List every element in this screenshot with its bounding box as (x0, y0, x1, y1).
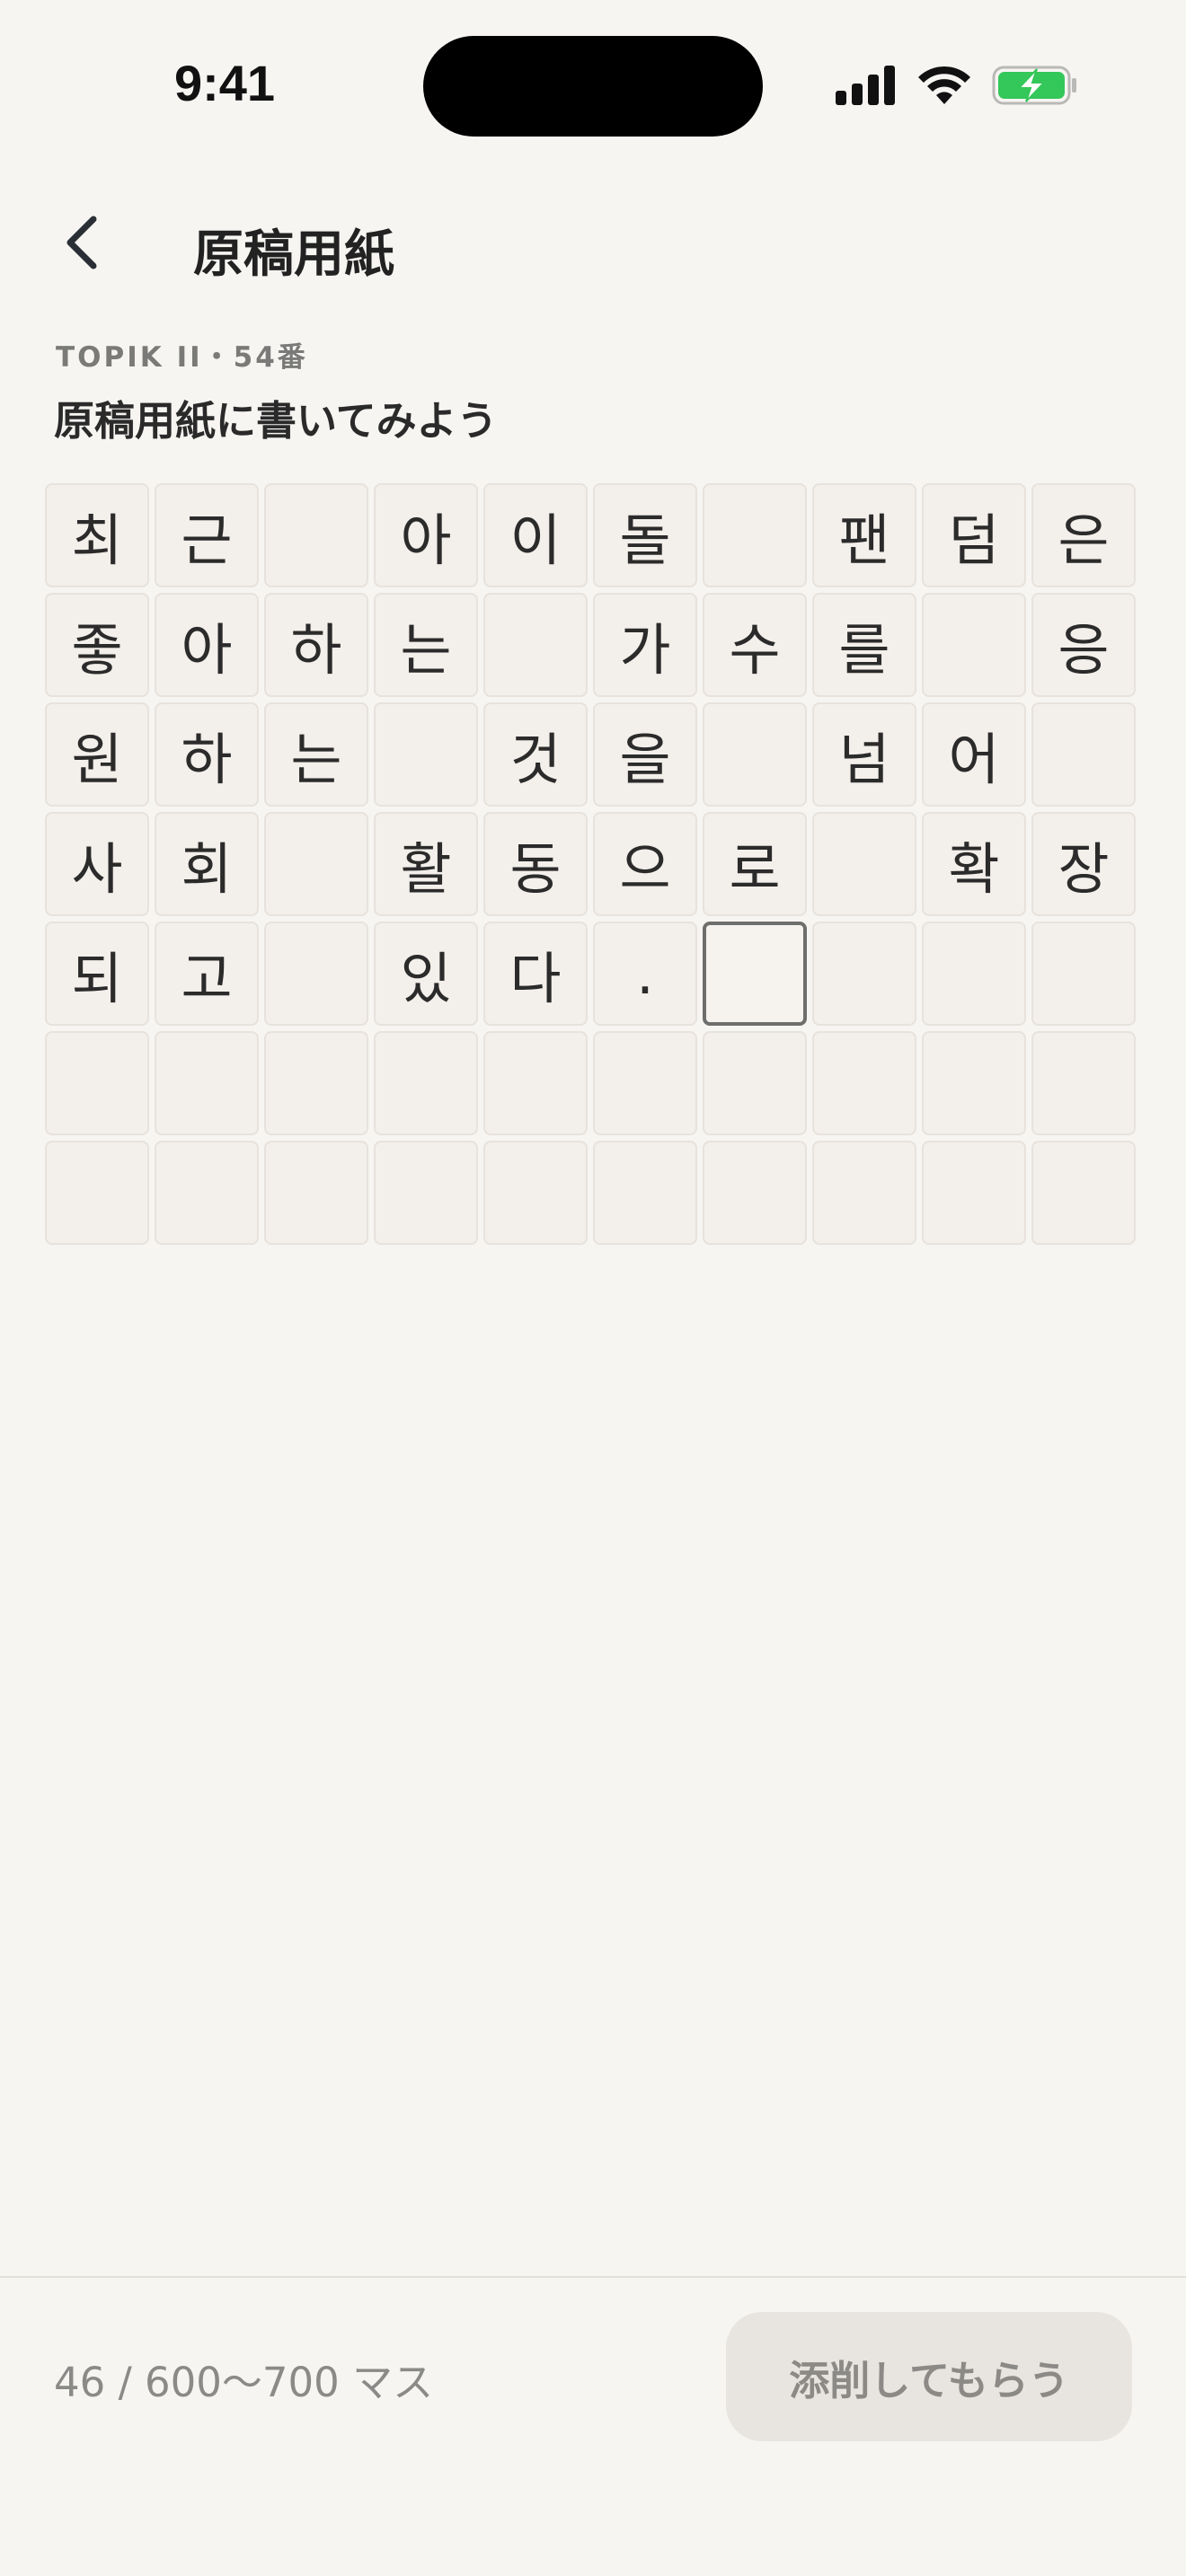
grid-cell[interactable]: 로 (703, 812, 807, 916)
grid-cell[interactable] (155, 1031, 259, 1135)
section-heading: 原稿用紙に書いてみよう (54, 397, 498, 445)
grid-cell[interactable]: 확 (922, 812, 1026, 916)
grid-cell[interactable]: 동 (483, 812, 588, 916)
grid-cell-active[interactable] (703, 922, 807, 1026)
grid-cell[interactable]: 을 (593, 702, 697, 807)
page-title: 原稿用紙 (193, 225, 394, 284)
grid-cell[interactable]: . (593, 922, 697, 1026)
grid-cell[interactable]: 수 (703, 593, 807, 697)
status-time: 9:41 (173, 55, 276, 111)
grid-cell[interactable] (1031, 1031, 1136, 1135)
grid-cell[interactable] (483, 1141, 588, 1245)
grid-cell[interactable]: 것 (483, 702, 588, 807)
grid-cell[interactable]: 가 (593, 593, 697, 697)
grid-cell[interactable] (703, 1141, 807, 1245)
grid-cell[interactable] (922, 1031, 1026, 1135)
grid-cell[interactable]: 이 (483, 483, 588, 587)
grid-cell[interactable]: 는 (264, 702, 368, 807)
grid-cell[interactable]: 으 (593, 812, 697, 916)
grid-cell[interactable] (922, 922, 1026, 1026)
grid-cell[interactable] (264, 1031, 368, 1135)
grid-cell[interactable]: 고 (155, 922, 259, 1026)
grid-cell[interactable] (922, 593, 1026, 697)
status-bar: 9:41 (0, 0, 1186, 171)
grid-cell[interactable]: 사 (45, 812, 149, 916)
character-counter: 46 / 600〜700 マス (54, 2359, 434, 2406)
grid-cell[interactable] (812, 812, 916, 916)
grid-cell[interactable] (45, 1141, 149, 1245)
grid-cell[interactable] (374, 1031, 478, 1135)
exam-subtitle: TOPIK II・54番 (56, 341, 308, 374)
submit-correction-button[interactable]: 添削してもらう (726, 2312, 1132, 2441)
grid-cell[interactable] (1031, 922, 1136, 1026)
grid-cell[interactable] (1031, 1141, 1136, 1245)
grid-cell[interactable] (45, 1031, 149, 1135)
grid-cell[interactable]: 하 (264, 593, 368, 697)
grid-cell[interactable]: 활 (374, 812, 478, 916)
grid-cell[interactable] (483, 593, 588, 697)
grid-cell[interactable] (593, 1141, 697, 1245)
grid-cell[interactable]: 를 (812, 593, 916, 697)
grid-cell[interactable]: 응 (1031, 593, 1136, 697)
grid-cell[interactable] (812, 1141, 916, 1245)
grid-cell[interactable] (264, 922, 368, 1026)
wifi-icon (918, 66, 970, 104)
back-button[interactable] (45, 207, 117, 278)
dynamic-island (423, 36, 763, 137)
battery-charging-icon (992, 66, 1076, 105)
grid-cell[interactable] (155, 1141, 259, 1245)
grid-cell[interactable] (593, 1031, 697, 1135)
grid-cell[interactable]: 어 (922, 702, 1026, 807)
grid-cell[interactable]: 장 (1031, 812, 1136, 916)
nav-bar: 原稿用紙 (0, 180, 1186, 305)
grid-cell[interactable]: 회 (155, 812, 259, 916)
grid-cell[interactable]: 덤 (922, 483, 1026, 587)
grid-cell[interactable]: 원 (45, 702, 149, 807)
status-icons (836, 63, 1078, 108)
grid-cell[interactable] (264, 1141, 368, 1245)
grid-cell[interactable] (264, 812, 368, 916)
grid-cell[interactable] (374, 702, 478, 807)
grid-cell[interactable]: 은 (1031, 483, 1136, 587)
bottom-divider (0, 2276, 1186, 2278)
grid-cell[interactable] (703, 702, 807, 807)
grid-cell[interactable] (922, 1141, 1026, 1245)
grid-cell[interactable]: 있 (374, 922, 478, 1026)
grid-cell[interactable] (703, 483, 807, 587)
grid-cell[interactable]: 최 (45, 483, 149, 587)
grid-cell[interactable] (483, 1031, 588, 1135)
grid-cell[interactable]: 넘 (812, 702, 916, 807)
back-chevron-icon (66, 216, 97, 269)
grid-cell[interactable]: 돌 (593, 483, 697, 587)
grid-cell[interactable]: 하 (155, 702, 259, 807)
grid-cell[interactable]: 좋 (45, 593, 149, 697)
signal-icon (836, 66, 895, 105)
grid-cell[interactable]: 되 (45, 922, 149, 1026)
grid-cell[interactable]: 팬 (812, 483, 916, 587)
grid-cell[interactable]: 다 (483, 922, 588, 1026)
grid-cell[interactable]: 는 (374, 593, 478, 697)
grid-cell[interactable] (1031, 702, 1136, 807)
grid-cell[interactable] (703, 1031, 807, 1135)
grid-cell[interactable] (374, 1141, 478, 1245)
grid-cell[interactable] (812, 1031, 916, 1135)
grid-cell[interactable] (264, 483, 368, 587)
grid-cell[interactable]: 아 (374, 483, 478, 587)
grid-cell[interactable] (812, 922, 916, 1026)
grid-cell[interactable]: 근 (155, 483, 259, 587)
manuscript-grid[interactable]: 최근아이돌팬덤은좋아하는가수를응원하는것을넘어사회활동으로확장되고있다. (45, 483, 1136, 1245)
grid-cell[interactable]: 아 (155, 593, 259, 697)
